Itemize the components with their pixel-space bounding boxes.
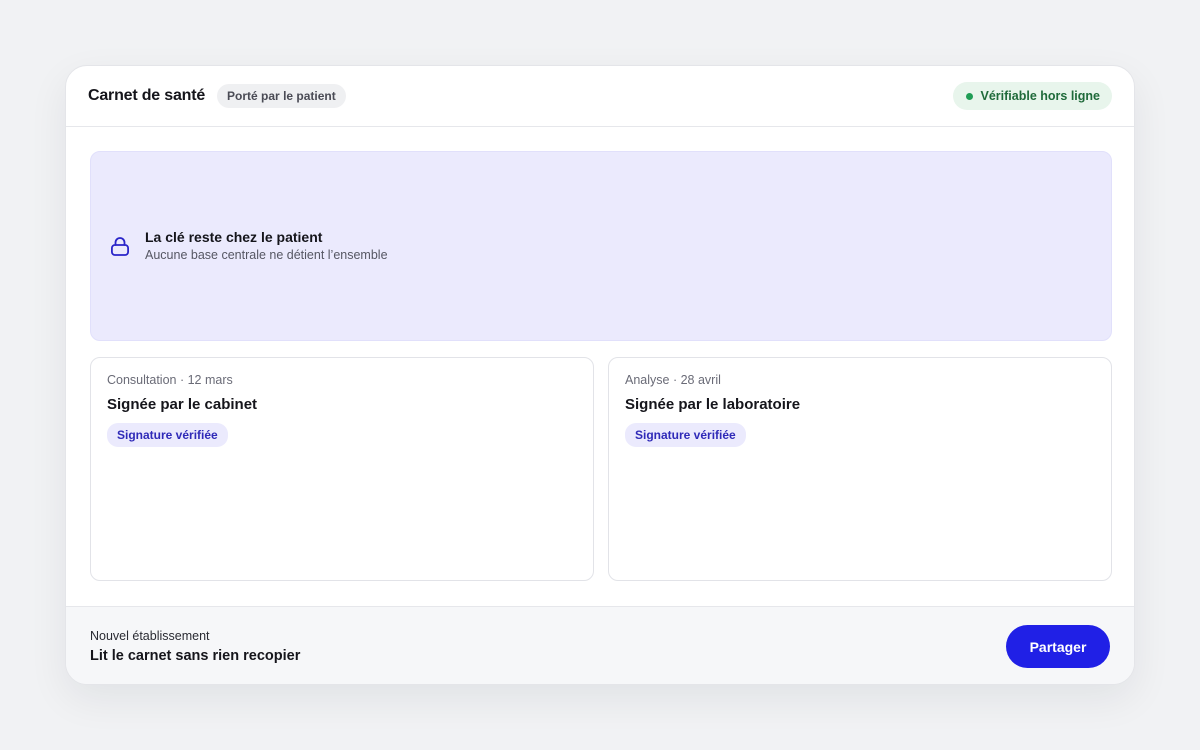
signature-verified-badge: Signature vérifiée [625,423,746,447]
health-record-card: Carnet de santé Porté par le patient Vér… [65,65,1135,685]
banner-title: La clé reste chez le patient [145,229,323,245]
records-grid: Consultation · 12 mars Signée par le cab… [90,357,1112,581]
lock-icon [109,235,131,257]
card-header: Carnet de santé Porté par le patient Vér… [66,66,1134,127]
record-meta: Consultation · 12 mars [107,373,233,387]
record-title: Signée par le cabinet [107,396,258,413]
footer-text: Nouvel établissement Lit le carnet sans … [90,629,300,665]
record-card-consultation[interactable]: Consultation · 12 mars Signée par le cab… [90,357,594,581]
banner-text: La clé reste chez le patient Aucune base… [145,229,388,263]
offline-verifiable-label: Vérifiable hors ligne [980,89,1100,103]
footer-title: Lit le carnet sans rien recopier [90,647,301,664]
offline-verifiable-badge: Vérifiable hors ligne [952,82,1112,110]
status-dot-icon [965,92,973,100]
record-meta: Analyse · 28 avril [625,373,721,387]
footer-label: Nouvel établissement [90,628,210,643]
share-button[interactable]: Partager [1006,625,1110,668]
carried-by-patient-pill: Porté par le patient [217,84,346,108]
banner-subtitle: Aucune base centrale ne détient l’ensemb… [145,248,388,262]
card-footer: Nouvel établissement Lit le carnet sans … [66,606,1134,684]
record-card-analysis[interactable]: Analyse · 28 avril Signée par le laborat… [608,357,1112,581]
signature-verified-badge: Signature vérifiée [107,423,228,447]
record-title: Signée par le laboratoire [625,396,801,413]
key-info-banner: La clé reste chez le patient Aucune base… [90,151,1112,341]
page-title: Carnet de santé [88,87,206,104]
